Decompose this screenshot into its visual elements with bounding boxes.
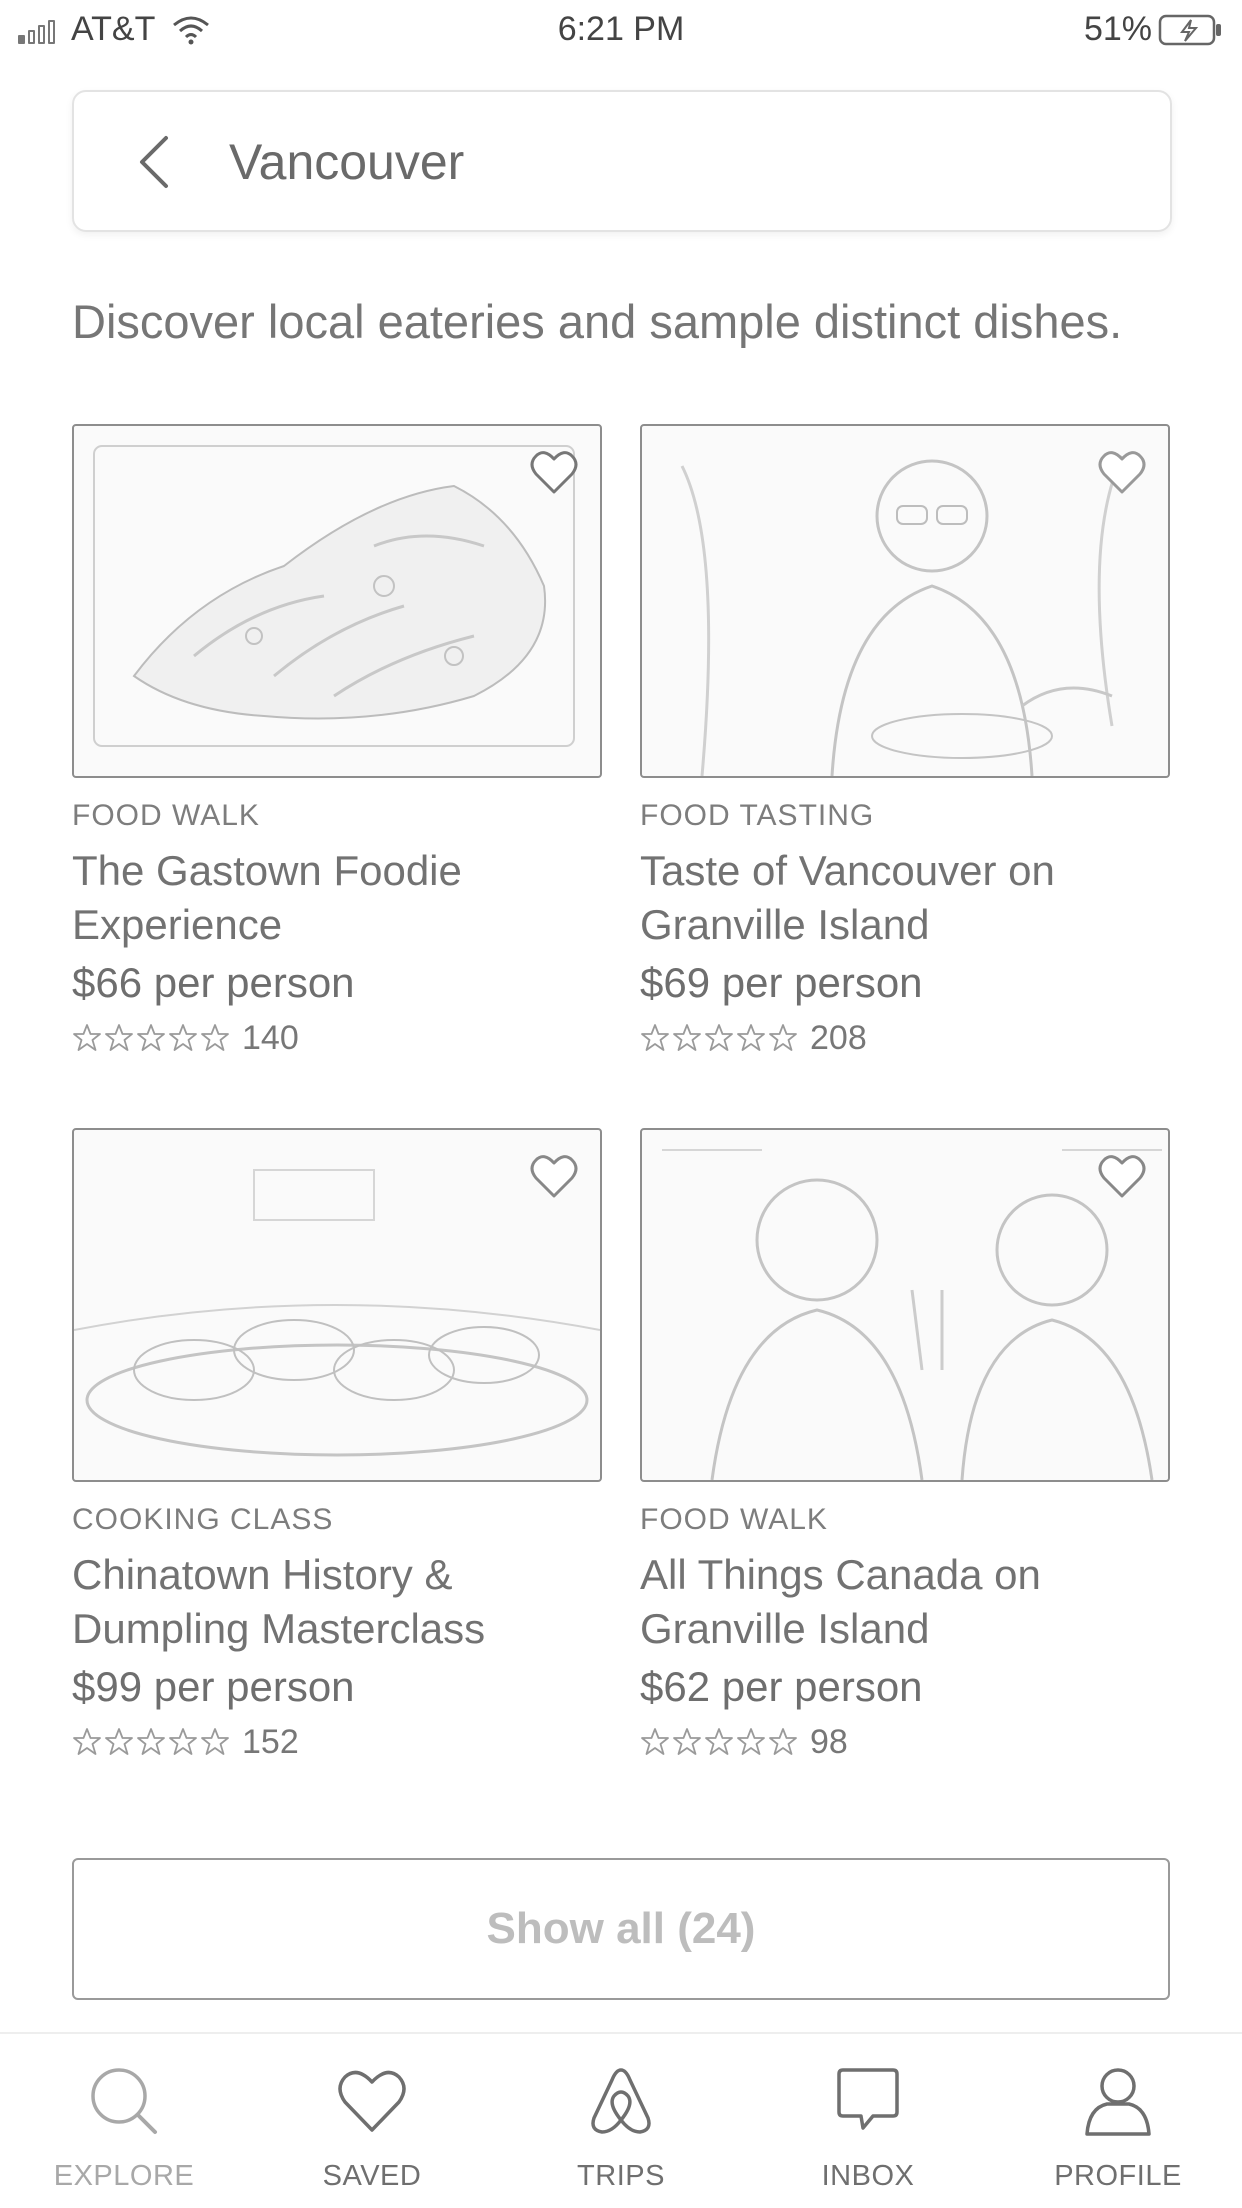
back-arrow-icon[interactable] [134,132,174,192]
experience-price: $62 per person [640,1663,923,1710]
star-icon [105,1728,133,1755]
experience-photo[interactable] [72,424,602,778]
section-subtitle: Discover local eateries and sample disti… [72,295,1123,348]
search-icon [91,2068,157,2134]
person-icon [1085,2068,1151,2136]
review-count: 98 [810,1723,848,1761]
review-count: 152 [242,1723,299,1761]
star-icon [769,1024,797,1051]
tab-label: TRIPS [577,2160,665,2192]
bottom-tab-bar: EXPLORE SAVED TRIPS INBOX PROFILE [0,2032,1242,2208]
tab-label: PROFILE [1054,2160,1182,2192]
review-count: 140 [242,1019,299,1057]
status-time: 6:21 PM [557,10,685,48]
star-icon [705,1024,733,1051]
star-icon [641,1024,669,1051]
search-bar[interactable]: Vancouver [72,90,1172,232]
star-icon [737,1024,765,1051]
star-icon [673,1728,701,1755]
tab-profile[interactable]: PROFILE [1018,2034,1218,2208]
battery-percentage: 51% [1083,10,1152,48]
status-bar: AT&T 6:21 PM 51% [0,0,1242,60]
tab-label: SAVED [322,2160,422,2192]
experience-rating: 152 [72,1720,299,1764]
star-icon [201,1728,229,1755]
experience-category: COOKING CLASS [72,1503,334,1536]
experience-photo[interactable] [640,1128,1170,1482]
experience-category: FOOD TASTING [640,799,875,832]
save-heart-icon[interactable] [526,1148,582,1204]
star-rating-icons [72,1727,230,1757]
experience-rating: 208 [640,1016,867,1060]
people-photo-image [680,455,1124,776]
save-heart-icon[interactable] [526,444,582,500]
tab-inbox[interactable]: INBOX [768,2034,968,2208]
show-all-button[interactable]: Show all (24) [72,1858,1170,2000]
star-icon [73,1728,101,1755]
star-icon [105,1024,133,1051]
experience-photo[interactable] [640,424,1170,778]
star-icon [641,1728,669,1755]
friends-photo-image [662,1149,1162,1480]
experience-price: $66 per person [72,959,355,1006]
tab-trips[interactable]: TRIPS [521,2034,721,2208]
experience-category: FOOD WALK [640,1503,828,1536]
tab-label: INBOX [821,2160,915,2192]
star-icon [673,1024,701,1051]
experience-price: $99 per person [72,1663,355,1710]
heart-icon [338,2070,406,2132]
star-icon [201,1024,229,1051]
tab-label: EXPLORE [53,2160,195,2192]
save-heart-icon[interactable] [1094,444,1150,500]
experience-price: $69 per person [640,959,923,1006]
save-heart-icon[interactable] [1094,1148,1150,1204]
star-rating-icons [640,1727,798,1757]
tab-explore[interactable]: EXPLORE [24,2034,224,2208]
airbnb-logo-icon [591,2068,651,2134]
experience-rating: 98 [640,1720,848,1764]
battery-charging-icon [1158,14,1221,45]
star-icon [137,1024,165,1051]
message-icon [837,2068,899,2130]
review-count: 208 [810,1019,867,1057]
star-icon [73,1024,101,1051]
experience-photo[interactable] [72,1128,602,1482]
experience-category: FOOD WALK [72,799,260,832]
experience-title[interactable]: Taste of Vancouver on Granville Island [640,844,1180,952]
dumplings-photo-image [74,1169,600,1457]
tab-saved[interactable]: SAVED [272,2034,472,2208]
star-icon [769,1728,797,1755]
star-icon [705,1728,733,1755]
star-rating-icons [640,1023,798,1053]
status-right: 51% [1084,10,1224,49]
star-icon [169,1024,197,1051]
star-icon [169,1728,197,1755]
star-icon [737,1728,765,1755]
experience-title[interactable]: All Things Canada on Granville Island [640,1548,1180,1656]
experience-title[interactable]: The Gastown Foodie Experience [72,844,612,952]
star-rating-icons [72,1023,230,1053]
experience-title[interactable]: Chinatown History & Dumpling Masterclass [72,1548,612,1656]
search-location-text[interactable]: Vancouver [229,132,464,192]
screen: AT&T 6:21 PM 51% Vancouver Discover loca… [0,0,1242,2208]
experience-rating: 140 [72,1016,299,1060]
star-icon [137,1728,165,1755]
food-photo-image [93,445,575,747]
